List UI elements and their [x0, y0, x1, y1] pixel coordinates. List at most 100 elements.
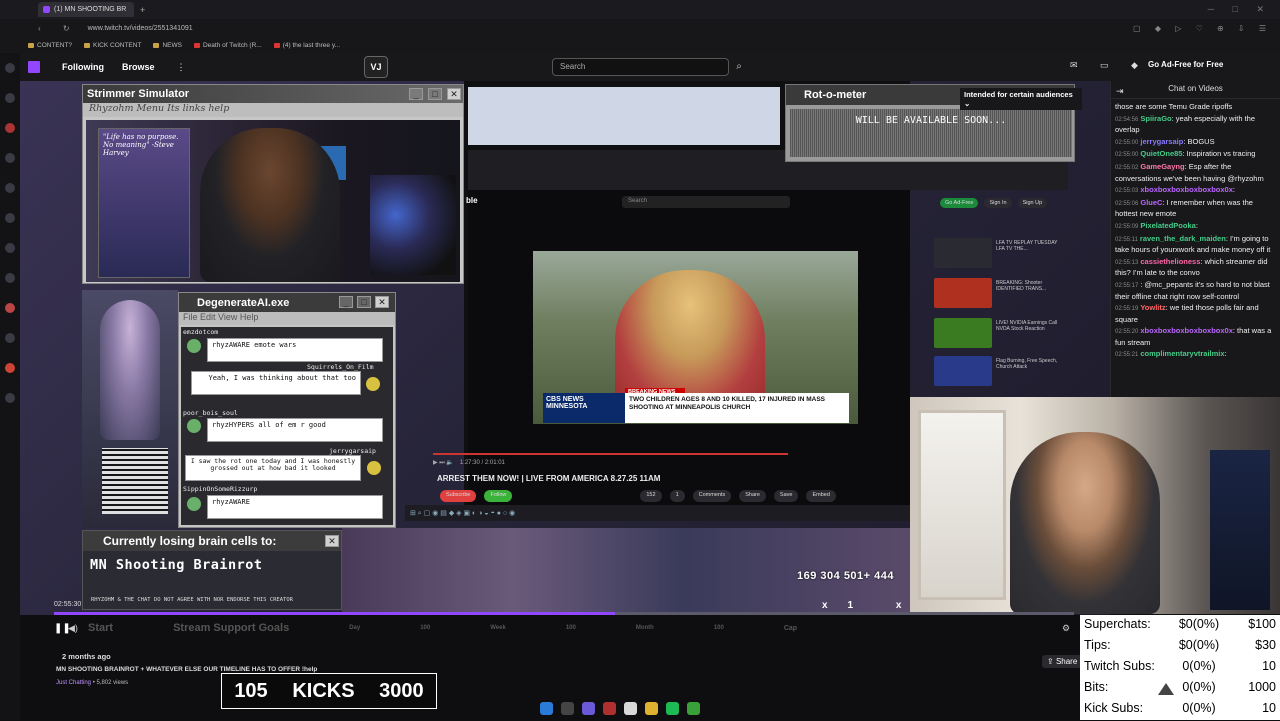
chat-username[interactable]: GameGayng [1140, 162, 1184, 171]
rec-title: BREAKING: Shooter IDENTIFIED TRANS... [996, 280, 1047, 292]
sidebar-app-icon[interactable] [5, 153, 15, 163]
user-avatar [367, 461, 381, 475]
twitch-logo-icon[interactable] [28, 61, 40, 73]
sidebar-app-icon[interactable] [5, 333, 15, 343]
goal-cap: Cap [783, 624, 798, 632]
more-menu-icon[interactable]: ⋮ [177, 62, 186, 73]
news-headline: TWO CHILDREN AGES 8 AND 10 KILLED, 17 IN… [629, 396, 825, 411]
bookmark[interactable]: CONTENT? [28, 42, 72, 49]
user-avatar [187, 497, 201, 511]
embedded-progress [433, 453, 788, 455]
chat-messages[interactable]: those are some Temu Grade ripoffs 02:54:5… [1111, 99, 1280, 361]
browser-sidebar [0, 53, 20, 720]
chat-username[interactable]: QuietOne85 [1140, 149, 1182, 158]
chat-message: 02:55:13 cassiethelioness: which streamer… [1115, 257, 1276, 279]
embedded-action: Share [739, 490, 766, 502]
sidebar-app-icon[interactable] [5, 183, 15, 193]
kicks-goal: 3000 [379, 679, 424, 702]
chat-username[interactable]: cassiethelioness [1140, 257, 1200, 266]
spotify-icon[interactable] [666, 701, 679, 715]
goal-label: Stream Support Goals [173, 622, 290, 634]
chat-message: 02:55:21 complimentaryvtrailmix: [1115, 349, 1276, 361]
rot-screen: WILL BE AVAILABLE SOON... [790, 109, 1072, 157]
extension-logo-icon[interactable]: VJ [364, 56, 388, 78]
share-button[interactable]: ⇪ Share [1042, 655, 1083, 668]
chat-timestamp: 02:55:02 [1115, 164, 1139, 171]
window-controls-icon[interactable]: ─ □ ✕ [1208, 4, 1272, 15]
goal-start: Start [88, 622, 114, 634]
goal-mark: 100 [713, 625, 724, 631]
sidebar-app-icon[interactable] [5, 123, 15, 133]
sidebar-app-icon[interactable] [5, 363, 15, 373]
notification-icons[interactable]: ✉ ▭ ◆ [1070, 60, 1148, 71]
chat-message: 02:55:11 raven_the_dark_maiden: I'm going… [1115, 234, 1276, 256]
chrome-icon[interactable] [624, 701, 637, 715]
nav-buttons-icon[interactable]: ‹ ↻ [38, 24, 80, 33]
new-tab-icon[interactable]: + [140, 5, 145, 15]
bookmark[interactable]: (4) the last three y... [273, 42, 340, 49]
volume-icon[interactable]: ◀) [68, 623, 78, 634]
view-count: • 5,802 views [91, 680, 129, 686]
discord-icon[interactable] [582, 701, 595, 715]
sidebar-app-icon[interactable] [5, 213, 15, 223]
ad-free-button[interactable]: Go Ad-Free for Free [1148, 60, 1238, 69]
sidebar-app-icon[interactable] [5, 243, 15, 253]
search-input[interactable]: Search [552, 58, 729, 76]
chat-text: : BOGUS [1183, 136, 1215, 146]
bookmark[interactable]: KICK CONTENT [84, 42, 141, 49]
stat-target: 10 [1262, 701, 1276, 715]
news-lower-third: CBS NEWS MINNESOTA TWO CHILDREN AGES 8 A… [543, 393, 849, 423]
sidebar-app-icon[interactable] [5, 273, 15, 283]
browser-tab[interactable]: (1) MN SHOOTING BR [38, 2, 134, 17]
category-link[interactable]: Just Chatting [56, 680, 91, 686]
sidebar-app-icon[interactable] [5, 63, 15, 73]
audience-notice[interactable]: Intended for certain audiences ⌄ [960, 88, 1082, 110]
sidebar-app-icon[interactable] [5, 393, 15, 403]
address-bar: ‹ ↻ www.twitch.tv/videos/2551341091 ▢ ◆ … [0, 19, 1280, 38]
app-icon[interactable] [687, 701, 700, 715]
settings-gear-icon[interactable]: ⚙ [1062, 623, 1070, 634]
chat-username[interactable]: xboxboxboxboxboxbox0x [1140, 185, 1233, 194]
bookmarks-bar: CONTENT? KICK CONTENT NEWS Death of Twit… [0, 38, 1280, 53]
chat-username[interactable]: SpiiraGo [1140, 114, 1171, 123]
chat-message: 02:55:20 xboxboxboxboxboxbox0x: that was … [1115, 326, 1276, 348]
chat-text: : [1224, 349, 1227, 359]
chat-username[interactable]: xboxboxboxboxboxbox0x [1140, 326, 1233, 335]
video-title: MN SHOOTING BRAINROT + WHATEVER ELSE OUR… [56, 666, 318, 673]
search-icon[interactable]: ⌕ [731, 58, 747, 76]
chat-username[interactable]: raven_the_dark_maiden [1140, 234, 1226, 243]
chat-username[interactable]: jerrygarsaip [1140, 137, 1183, 146]
sidebar-app-icon[interactable] [5, 93, 15, 103]
embedded-action: Follow [484, 490, 513, 502]
poster-quote: "Life has no purpose. No meaning" -Steve… [103, 133, 179, 157]
windows-start-icon[interactable] [540, 701, 553, 715]
bookmark[interactable]: NEWS [153, 42, 182, 49]
chat-message: 02:55:06 GlueC: I remember when was the h… [1115, 198, 1276, 220]
chat-text: : Inspiration vs tracing [1182, 149, 1256, 159]
bookmark[interactable]: Death of Twitch (R... [193, 42, 262, 49]
vod-chat: Chat on Videos those are some Temu Grade… [1110, 81, 1280, 397]
obs-icon[interactable] [603, 701, 616, 715]
os-taskbar [540, 698, 740, 718]
rec-thumbnail [934, 356, 992, 386]
embedded-action-buttons: Subscribe Follow 152 1 Comments Share Sa… [440, 490, 910, 502]
video-date: 2 months ago [62, 652, 111, 661]
chat-username[interactable]: Yowlitz [1140, 303, 1165, 312]
url-field[interactable]: www.twitch.tv/videos/2551341091 [88, 25, 193, 32]
chat-username[interactable]: complimentaryvtrailmix [1140, 349, 1224, 358]
chat-username[interactable]: GlueC [1140, 198, 1162, 207]
chat-username[interactable]: PixelatedPooka [1140, 221, 1195, 230]
degen-message: rhyzAWARE emote wars [207, 338, 383, 362]
extension-icons[interactable]: ▢ ◆ ▷ ♡ ⊕ ⇩ ☰ [1133, 24, 1272, 33]
embedded-taskbar: ⊞ ⌕ ▢ ◉ ▤ ◆ ◈ ▣ ◐ ◑ ◒ ◓ ● ○ ◉ [405, 505, 910, 521]
collapse-chat-icon[interactable]: ⇥ [1116, 86, 1124, 97]
timecode: 02:55:30 [54, 601, 82, 608]
folder-icon[interactable] [645, 701, 658, 715]
search-icon[interactable] [561, 701, 574, 715]
nav-following[interactable]: Following [62, 62, 104, 72]
nav-browse[interactable]: Browse [122, 62, 155, 72]
second-person [1010, 432, 1160, 614]
youtube-icon [193, 43, 200, 48]
sidebar-app-icon[interactable] [5, 303, 15, 313]
stat-target: $100 [1248, 617, 1276, 631]
